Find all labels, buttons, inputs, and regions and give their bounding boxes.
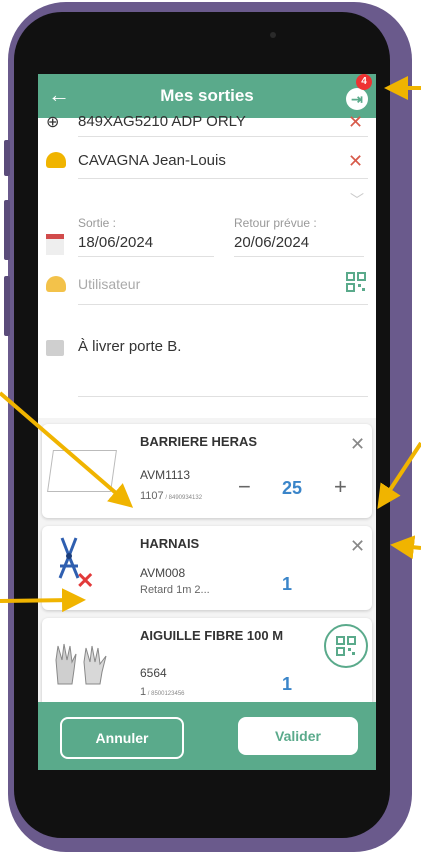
annotation-arrow [0, 391, 134, 508]
annotation-arrow [377, 441, 421, 510]
annotation-arrows [0, 76, 421, 613]
annotation-arrow [0, 588, 86, 613]
annotation-arrow [390, 535, 421, 560]
